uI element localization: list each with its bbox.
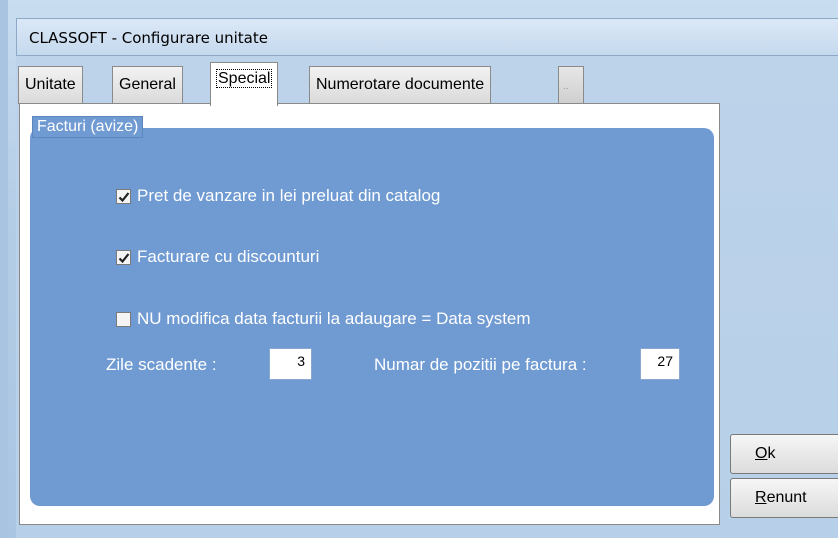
zile-scadente-input[interactable]: 3 <box>269 348 312 380</box>
option-label: Pret de vanzare in lei preluat din catal… <box>137 186 441 205</box>
tab-label: Special <box>215 69 273 88</box>
numar-pozitii-input[interactable]: 27 <box>640 348 680 380</box>
ok-label: k <box>767 445 776 462</box>
tab-label: Numerotare documente <box>316 76 485 93</box>
window-title: CLASSOFT - Configurare unitate <box>29 29 268 47</box>
zile-scadente-label: Zile scadente : <box>106 355 217 374</box>
option-label: Facturare cu discounturi <box>137 247 320 266</box>
group-legend: Facturi (avize) <box>32 116 144 138</box>
title-bar[interactable]: CLASSOFT - Configurare unitate <box>16 18 838 56</box>
ok-button[interactable]: Ok <box>730 434 838 474</box>
numar-pozitii-label: Numar de pozitii pe factura : <box>374 355 587 374</box>
tab-more[interactable]: .. <box>558 66 584 104</box>
renunt-accel: R <box>755 489 767 506</box>
renunt-button[interactable]: Renunt <box>730 478 838 518</box>
tab-label: Unitate <box>25 76 76 93</box>
renunt-label: enunt <box>766 489 807 506</box>
tab-label: .. <box>563 81 569 92</box>
tab-special[interactable]: Special <box>210 62 279 106</box>
checkbox-unchecked[interactable] <box>116 311 131 327</box>
tab-numerotare-documente[interactable]: Numerotare documente <box>309 66 492 104</box>
option-nu-modifica-data[interactable]: NU modifica data facturii la adaugare = … <box>116 309 531 329</box>
option-pret-vanzare[interactable]: Pret de vanzare in lei preluat din catal… <box>116 186 440 206</box>
option-facturare-discounturi[interactable]: Facturare cu discounturi <box>116 247 319 267</box>
tab-unitate[interactable]: Unitate <box>18 66 83 104</box>
ok-accel: O <box>755 445 768 462</box>
checkbox-checked[interactable] <box>116 188 131 204</box>
tab-general[interactable]: General <box>112 66 183 104</box>
tab-panel-special: Facturi (avize) Pret de vanzare in lei p… <box>19 103 720 525</box>
tab-label: General <box>119 76 176 93</box>
checkbox-checked[interactable] <box>116 249 131 265</box>
option-label: NU modifica data facturii la adaugare = … <box>137 309 531 328</box>
